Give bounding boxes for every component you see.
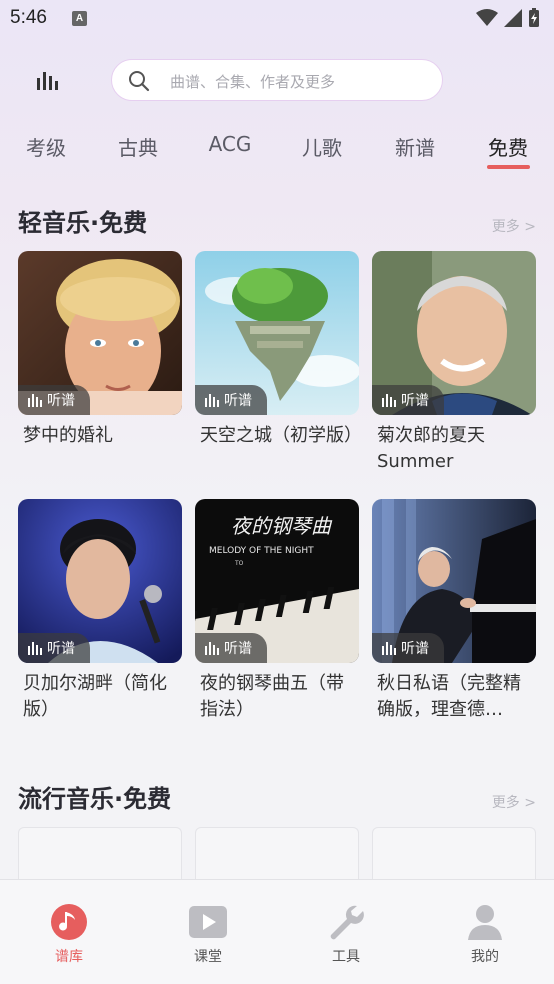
notification-a-icon: A <box>72 11 87 26</box>
battery-icon <box>529 8 539 27</box>
active-tab-indicator <box>487 165 530 169</box>
listen-badge[interactable]: 听谱 <box>18 633 90 663</box>
bottom-navigation: 谱库 课堂 工具 我的 <box>0 879 554 984</box>
signal-icon <box>504 9 522 27</box>
search-input[interactable]: 曲谱、合集、作者及更多 <box>111 59 443 101</box>
score-card[interactable]: 听谱 梦中的婚礼 <box>18 251 182 475</box>
status-icons <box>476 8 540 28</box>
score-card[interactable]: 夜的钢琴曲 MELODY OF THE NIGHT TO 听谱 夜的钢琴曲五（带… <box>195 499 359 723</box>
listen-badge[interactable]: 听谱 <box>195 385 267 415</box>
listen-badge[interactable]: 听谱 <box>372 633 444 663</box>
audio-bars-icon <box>382 642 396 655</box>
tab-acg[interactable]: ACG <box>195 132 265 156</box>
person-icon <box>468 905 502 940</box>
nav-item-tools[interactable]: 工具 <box>306 902 386 966</box>
category-tabs: 考级 古典 ACG 儿歌 新谱 免费 <box>0 128 554 172</box>
section-title-pop-music: 流行音乐·免费 <box>18 785 172 813</box>
tab-xinpu[interactable]: 新谱 <box>380 132 450 161</box>
score-card[interactable]: 听谱 天空之城（初学版） <box>195 251 359 475</box>
cover-image: 听谱 <box>18 251 182 415</box>
cover-night-subtitle: MELODY OF THE NIGHT <box>209 546 314 556</box>
wrench-icon <box>330 905 364 940</box>
audio-bars-icon <box>382 394 396 407</box>
status-bar: 5:46 A <box>0 0 554 40</box>
cover-image: 听谱 <box>372 251 536 415</box>
listen-badge-label: 听谱 <box>401 641 429 657</box>
cover-image: 听谱 <box>18 499 182 663</box>
audio-bars-icon <box>28 394 42 407</box>
search-placeholder: 曲谱、合集、作者及更多 <box>170 73 336 91</box>
tab-gudian[interactable]: 古典 <box>103 132 173 161</box>
tab-erge[interactable]: 儿歌 <box>287 132 357 161</box>
search-icon <box>129 71 150 92</box>
tab-mianfei[interactable]: 免费 <box>473 132 543 161</box>
score-card[interactable]: 听谱 菊次郎的夏天Summer <box>372 251 536 475</box>
cover-night-title: 夜的钢琴曲 <box>231 514 333 538</box>
audio-bars-icon[interactable] <box>36 69 58 91</box>
audio-bars-icon <box>205 642 219 655</box>
nav-label: 课堂 <box>194 949 222 965</box>
loading-cover-placeholder <box>195 827 359 887</box>
score-title: 贝加尔湖畔（简化版） <box>23 673 167 720</box>
listen-badge-label: 听谱 <box>401 393 429 409</box>
more-link-pop-music[interactable]: 更多 > <box>492 792 536 812</box>
listen-badge-label: 听谱 <box>224 393 252 409</box>
status-time: 5:46 <box>10 7 47 28</box>
more-link-light-music[interactable]: 更多 > <box>492 216 536 236</box>
cover-image: 听谱 <box>372 499 536 663</box>
listen-badge-label: 听谱 <box>47 393 75 409</box>
cover-image: 听谱 <box>195 251 359 415</box>
section-title-light-music: 轻音乐·免费 <box>18 209 148 237</box>
nav-label: 工具 <box>332 949 360 965</box>
music-note-icon <box>51 904 87 940</box>
nav-label: 谱库 <box>55 949 83 965</box>
score-title: 秋日私语（完整精确版，理查德… <box>377 673 521 720</box>
loading-cover-placeholder <box>18 827 182 887</box>
score-card[interactable]: 听谱 贝加尔湖畔（简化版） <box>18 499 182 723</box>
nav-item-library[interactable]: 谱库 <box>29 902 109 966</box>
score-title: 梦中的婚礼 <box>23 425 113 446</box>
cover-night-small: TO <box>234 560 244 567</box>
score-title: 夜的钢琴曲五（带指法） <box>200 673 344 720</box>
listen-badge[interactable]: 听谱 <box>372 385 444 415</box>
play-video-icon <box>189 906 227 938</box>
cover-image: 夜的钢琴曲 MELODY OF THE NIGHT TO 听谱 <box>195 499 359 663</box>
loading-cover-placeholder <box>372 827 536 887</box>
tab-kaoji[interactable]: 考级 <box>11 132 81 161</box>
nav-item-classroom[interactable]: 课堂 <box>168 902 248 966</box>
listen-badge[interactable]: 听谱 <box>195 633 267 663</box>
score-card[interactable]: 听谱 秋日私语（完整精确版，理查德… <box>372 499 536 723</box>
listen-badge[interactable]: 听谱 <box>18 385 90 415</box>
listen-badge-label: 听谱 <box>47 641 75 657</box>
wifi-icon <box>476 9 498 26</box>
nav-label: 我的 <box>471 949 499 965</box>
audio-bars-icon <box>205 394 219 407</box>
audio-bars-icon <box>28 642 42 655</box>
score-title: 菊次郎的夏天Summer <box>377 425 485 472</box>
score-title: 天空之城（初学版） <box>200 425 359 446</box>
nav-item-me[interactable]: 我的 <box>445 902 525 966</box>
listen-badge-label: 听谱 <box>224 641 252 657</box>
